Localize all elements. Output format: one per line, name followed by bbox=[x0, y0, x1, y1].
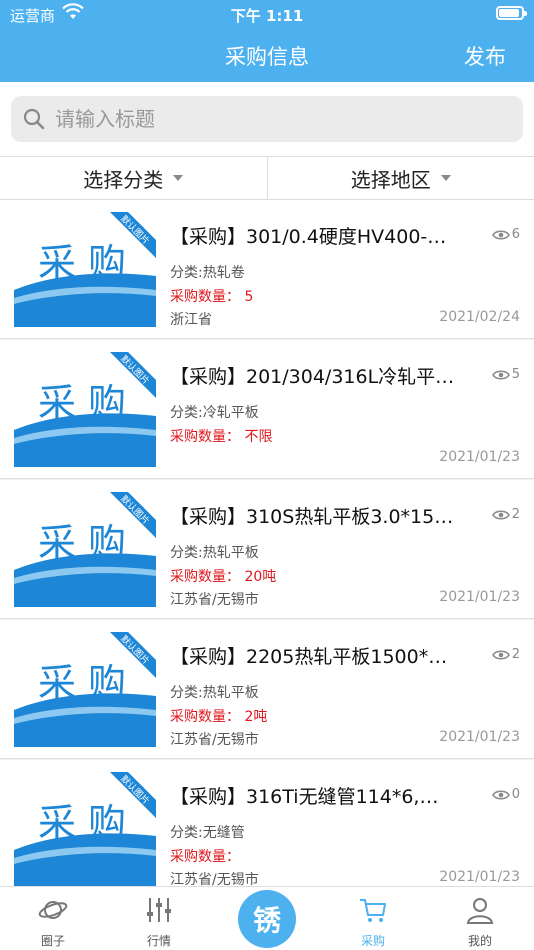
item-quantity: 采购数量： 20吨 bbox=[170, 569, 277, 585]
tab-label: 采购 bbox=[360, 934, 385, 948]
region-filter-label: 选择地区 bbox=[350, 167, 431, 192]
view-count: 0 bbox=[491, 787, 520, 802]
thumbnail-image: 默认图片 采 购 bbox=[14, 492, 156, 607]
item-category: 分类:热轧卷 bbox=[170, 265, 245, 281]
item-region: 江苏省/无锡市 bbox=[170, 592, 259, 608]
view-count: 2 bbox=[491, 647, 520, 662]
item-date: 2021/01/23 bbox=[439, 589, 520, 605]
item-date: 2021/01/23 bbox=[439, 869, 520, 885]
item-category: 分类:热轧平板 bbox=[170, 685, 259, 701]
view-count: 5 bbox=[491, 367, 520, 382]
tab-circle[interactable]: 圈子 bbox=[0, 887, 106, 950]
person-icon bbox=[466, 898, 494, 924]
planet-icon bbox=[38, 901, 68, 919]
tab-purchase[interactable]: 采购 bbox=[320, 887, 426, 950]
item-title: 【采购】201/304/316L冷轧平… bbox=[170, 366, 455, 388]
filter-bar: 选择分类 选择地区 bbox=[0, 156, 534, 200]
battery-icon bbox=[496, 6, 527, 20]
tab-label: 圈子 bbox=[40, 934, 65, 948]
item-quantity: 采购数量： bbox=[170, 849, 240, 865]
eye-icon bbox=[491, 230, 510, 239]
search-box[interactable] bbox=[11, 96, 523, 142]
caret-down-icon bbox=[173, 175, 184, 181]
item-category: 分类:冷轧平板 bbox=[170, 405, 259, 421]
region-filter[interactable]: 选择地区 bbox=[266, 157, 534, 199]
purchase-list: 默认图片 采 购 【采购】301/0.4硬度HV400-… 6 分类:热轧卷 采… bbox=[0, 200, 534, 886]
item-region: 江苏省/无锡市 bbox=[170, 732, 259, 748]
category-filter[interactable]: 选择分类 bbox=[0, 157, 267, 199]
view-count: 2 bbox=[491, 507, 520, 522]
publish-button[interactable]: 发布 bbox=[464, 41, 506, 71]
item-date: 2021/01/23 bbox=[439, 449, 520, 465]
item-region: 浙江省 bbox=[170, 312, 212, 328]
search-icon bbox=[23, 108, 45, 130]
thumbnail-text: 采 购 bbox=[38, 241, 126, 285]
eye-icon bbox=[491, 650, 510, 659]
search-section bbox=[0, 82, 534, 156]
item-title: 【采购】2205热轧平板1500*… bbox=[170, 646, 448, 668]
nav-bar: 采购信息 发布 bbox=[0, 28, 534, 82]
item-title: 【采购】310S热轧平板3.0*15… bbox=[170, 506, 454, 528]
item-title: 【采购】301/0.4硬度HV400-… bbox=[170, 226, 447, 248]
view-count: 6 bbox=[491, 227, 520, 242]
list-item[interactable]: 默认图片 采 购 【采购】201/304/316L冷轧平… 5 分类:冷轧平板 … bbox=[0, 340, 534, 479]
thumbnail-image: 默认图片 采 购 bbox=[14, 632, 156, 747]
cart-icon bbox=[360, 899, 386, 922]
view-count-value: 6 bbox=[511, 227, 520, 242]
view-count-value: 2 bbox=[511, 507, 520, 522]
item-date: 2021/02/24 bbox=[439, 309, 520, 325]
list-item[interactable]: 默认图片 采 购 【采购】301/0.4硬度HV400-… 6 分类:热轧卷 采… bbox=[0, 200, 534, 339]
view-count-value: 2 bbox=[511, 647, 520, 662]
tab-mine[interactable]: 我的 bbox=[427, 887, 533, 950]
thumbnail-text: 采 购 bbox=[38, 381, 126, 425]
item-date: 2021/01/23 bbox=[439, 729, 520, 745]
center-logo-button[interactable]: 锈 bbox=[238, 890, 296, 948]
item-category: 分类:无缝管 bbox=[170, 825, 245, 841]
item-region: 江苏省/无锡市 bbox=[170, 872, 259, 886]
thumbnail-image: 默认图片 采 购 bbox=[14, 772, 156, 886]
eye-icon bbox=[491, 370, 510, 379]
sliders-icon bbox=[147, 898, 171, 922]
item-quantity: 采购数量： 5 bbox=[170, 289, 254, 305]
status-bar: 运营商 下午 1:11 bbox=[0, 0, 534, 28]
tab-label: 行情 bbox=[146, 934, 171, 948]
tab-label: 我的 bbox=[467, 934, 492, 948]
status-time: 下午 1:11 bbox=[230, 7, 304, 25]
list-item[interactable]: 默认图片 采 购 【采购】316Ti无缝管114*6,… 0 分类:无缝管 采购… bbox=[0, 760, 534, 886]
list-item[interactable]: 默认图片 采 购 【采购】2205热轧平板1500*… 2 分类:热轧平板 采购… bbox=[0, 620, 534, 759]
thumbnail-text: 采 购 bbox=[38, 801, 126, 845]
page-title: 采购信息 bbox=[225, 45, 309, 69]
search-input[interactable] bbox=[55, 96, 495, 142]
thumbnail-text: 采 购 bbox=[38, 661, 126, 705]
item-quantity: 采购数量： 不限 bbox=[170, 429, 273, 445]
item-title: 【采购】316Ti无缝管114*6,… bbox=[170, 786, 439, 808]
item-category: 分类:热轧平板 bbox=[170, 545, 259, 561]
tab-market[interactable]: 行情 bbox=[106, 887, 212, 950]
caret-down-icon bbox=[440, 175, 451, 181]
view-count-value: 0 bbox=[511, 787, 520, 802]
eye-icon bbox=[491, 510, 510, 519]
category-filter-label: 选择分类 bbox=[83, 167, 164, 192]
eye-icon bbox=[491, 790, 510, 799]
thumbnail-text: 采 购 bbox=[38, 521, 126, 565]
view-count-value: 5 bbox=[511, 367, 520, 382]
thumbnail-image: 默认图片 采 购 bbox=[14, 212, 156, 327]
item-quantity: 采购数量： 2吨 bbox=[170, 709, 268, 725]
thumbnail-image: 默认图片 采 购 bbox=[14, 352, 156, 467]
list-item[interactable]: 默认图片 采 购 【采购】310S热轧平板3.0*15… 2 分类:热轧平板 采… bbox=[0, 480, 534, 619]
